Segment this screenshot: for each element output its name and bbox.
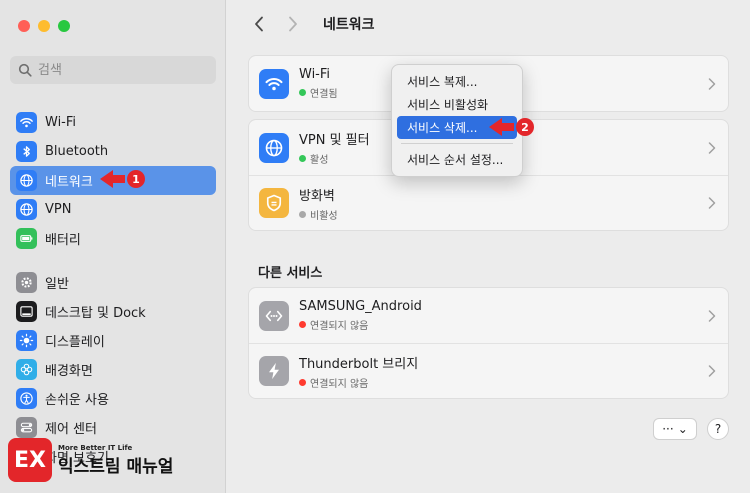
service-status: 연결됨 — [310, 89, 338, 100]
sidebar-item-battery[interactable]: 배터리 — [10, 224, 216, 253]
chevron-right-icon — [708, 141, 716, 154]
accessibility-icon — [16, 388, 37, 409]
sidebar-item-vpn[interactable]: VPN — [10, 195, 216, 224]
help-button[interactable]: ? — [707, 418, 729, 440]
watermark-tagline: More Better IT Life — [58, 443, 133, 452]
back-button[interactable] — [247, 12, 271, 36]
forward-button[interactable] — [281, 12, 305, 36]
thunderbolt-icon — [259, 356, 289, 386]
status-dot-icon — [299, 155, 306, 162]
sidebar-item-display[interactable]: 디스플레이 — [10, 326, 216, 355]
sidebar-item-label: 네트워크 — [45, 175, 93, 190]
chevron-right-icon — [708, 197, 716, 209]
switches-icon — [16, 417, 37, 438]
sidebar-item-desktop-dock[interactable]: 데스크탑 및 Dock — [10, 297, 216, 326]
other-service-group: SAMSUNG_Android 연결되지 않음 Thunderbolt 브리지 … — [248, 287, 729, 399]
toolbar: 네트워크 — [247, 12, 375, 36]
arrow-left-icon — [100, 170, 113, 188]
watermark: EX More Better IT Life 익스트림 매뉴얼 — [8, 438, 173, 482]
sidebar-item-label: Bluetooth — [45, 144, 109, 159]
sun-icon — [16, 330, 37, 351]
ethernet-icon — [259, 300, 289, 331]
annotation-badge-1: 1 — [127, 170, 145, 188]
service-name: 방화벽 — [299, 188, 335, 204]
sidebar-item-label: 제어 센터 — [45, 422, 97, 437]
bottom-controls: ··· ⌄ ? — [653, 418, 729, 440]
annotation-arrow-1: 1 — [100, 170, 145, 188]
chevron-right-icon — [708, 309, 716, 322]
section-title-other-services: 다른 서비스 — [258, 266, 323, 281]
service-name: VPN 및 필터 — [299, 133, 370, 148]
sidebar-item-label: 배터리 — [45, 233, 81, 248]
chevron-left-icon — [255, 16, 263, 32]
search-field[interactable] — [10, 56, 216, 84]
globe-icon — [16, 199, 37, 220]
dock-icon — [16, 301, 37, 322]
sidebar-item-general[interactable]: 일반 — [10, 268, 216, 297]
battery-icon — [16, 228, 37, 249]
sidebar-item-label: 배경화면 — [45, 364, 93, 379]
watermark-name: 익스트림 매뉴얼 — [58, 456, 174, 477]
sidebar-item-bluetooth[interactable]: Bluetooth — [10, 137, 216, 166]
page-title: 네트워크 — [323, 17, 375, 33]
sidebar-item-accessibility[interactable]: 손쉬운 사용 — [10, 384, 216, 413]
shield-icon — [259, 188, 289, 218]
sidebar-item-label: 데스크탑 및 Dock — [45, 306, 146, 321]
service-row-firewall[interactable]: 방화벽 비활성 — [249, 175, 728, 230]
chevron-right-icon — [289, 16, 297, 32]
ellipsis-icon: ··· — [662, 422, 674, 436]
service-name: Thunderbolt 브리지 — [299, 356, 419, 372]
service-status: 비활성 — [310, 210, 338, 222]
bluetooth-icon — [16, 141, 37, 162]
chevron-right-icon — [708, 365, 716, 377]
wifi-icon — [16, 112, 37, 133]
sidebar-item-label: 디스플레이 — [45, 335, 105, 350]
service-name: Wi-Fi — [299, 67, 331, 82]
sidebar: Wi-Fi Bluetooth 네트워크 VPN 배터리 — [0, 0, 226, 493]
service-name: SAMSUNG_Android — [299, 299, 422, 314]
globe-icon — [259, 132, 289, 163]
menu-separator — [401, 143, 513, 144]
sidebar-item-label: 일반 — [45, 277, 69, 292]
zoom-window-button[interactable] — [58, 20, 70, 32]
globe-icon — [16, 170, 37, 191]
flower-icon — [16, 359, 37, 380]
chevron-right-icon — [708, 77, 716, 90]
arrow-left-icon — [489, 118, 502, 136]
service-row-thunderbolt-bridge[interactable]: Thunderbolt 브리지 연결되지 않음 — [249, 343, 728, 398]
service-row-samsung-android[interactable]: SAMSUNG_Android 연결되지 않음 — [249, 288, 728, 343]
sidebar-item-label: Wi-Fi — [45, 115, 77, 130]
search-input[interactable] — [38, 62, 198, 78]
annotation-arrow-2: 2 — [489, 118, 534, 136]
chevron-down-icon: ⌄ — [677, 422, 688, 436]
sidebar-item-wifi[interactable]: Wi-Fi — [10, 108, 216, 137]
sidebar-item-label: 손쉬운 사용 — [45, 393, 109, 408]
sidebar-item-label: VPN — [45, 202, 72, 217]
minimize-window-button[interactable] — [38, 20, 50, 32]
more-actions-button[interactable]: ··· ⌄ — [653, 418, 697, 440]
annotation-badge-2: 2 — [516, 118, 534, 136]
service-status: 연결되지 않음 — [310, 321, 369, 332]
status-dot-icon — [299, 210, 306, 218]
watermark-logo: EX — [8, 438, 52, 482]
wifi-icon — [259, 68, 289, 99]
window-controls — [18, 20, 70, 32]
sidebar-item-wallpaper[interactable]: 배경화면 — [10, 355, 216, 384]
menu-item-duplicate-service[interactable]: 서비스 복제... — [397, 70, 517, 93]
status-dot-icon — [299, 378, 306, 386]
service-status: 활성 — [310, 155, 329, 166]
status-dot-icon — [299, 321, 306, 328]
status-dot-icon — [299, 89, 306, 96]
gear-icon — [16, 272, 37, 293]
close-window-button[interactable] — [18, 20, 30, 32]
service-status: 연결되지 않음 — [310, 378, 369, 390]
search-icon — [18, 63, 32, 77]
menu-item-deactivate-service[interactable]: 서비스 비활성화 — [397, 93, 517, 116]
menu-item-set-service-order[interactable]: 서비스 순서 설정... — [397, 148, 517, 171]
